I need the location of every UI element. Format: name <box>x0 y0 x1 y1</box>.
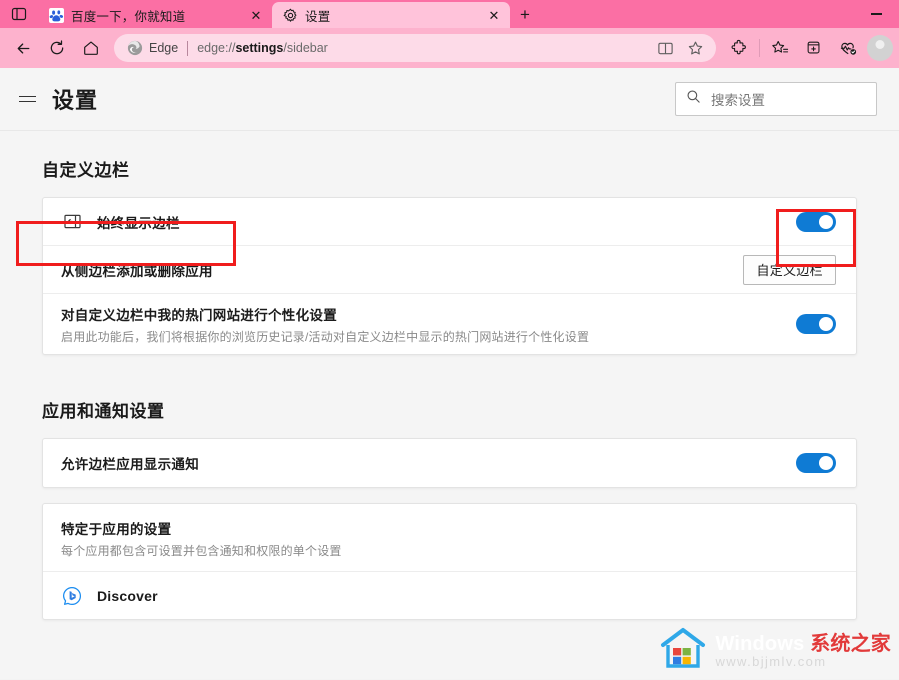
discover-bing-icon <box>61 585 83 607</box>
watermark-brand-cn: 系统之家 <box>810 633 891 655</box>
star-icon[interactable] <box>680 35 710 61</box>
row-personalize-top-sites[interactable]: 对自定义边栏中我的热门网站进行个性化设置 启用此功能后，我们将根据你的浏览历史记… <box>43 294 856 354</box>
address-bar[interactable]: Edge edge://settings/sidebar <box>114 34 716 62</box>
app-specific-title: 特定于应用的设置 <box>61 518 836 538</box>
row-add-remove-apps[interactable]: 从侧边栏添加或删除应用 自定义边栏 <box>43 246 856 294</box>
tab-strip: 百度一下，你就知道 ✕ 设置 ✕ + <box>0 0 899 28</box>
row-always-show-sidebar[interactable]: 始终显示边栏 <box>43 198 856 246</box>
row-text: 从侧边栏添加或删除应用 <box>61 260 743 280</box>
tab-title: 设置 <box>305 6 479 25</box>
hamburger-menu-icon[interactable] <box>10 82 44 116</box>
home-icon[interactable] <box>74 33 108 63</box>
row-label: 对自定义边栏中我的热门网站进行个性化设置 <box>61 304 796 324</box>
toggle-knob <box>819 456 833 470</box>
watermark-text: Windows 系统之家 www.bjjmlv.com <box>715 634 891 669</box>
settings-header: 设置 搜索设置 <box>0 68 899 131</box>
toggle-allow-sidebar-notifications[interactable] <box>796 453 836 473</box>
row-text: 对自定义边栏中我的热门网站进行个性化设置 启用此功能后，我们将根据你的浏览历史记… <box>61 304 796 345</box>
watermark: Windows 系统之家 www.bjjmlv.com <box>660 627 891 676</box>
profile-avatar[interactable] <box>867 35 893 61</box>
app-notifications-card: 允许边栏应用显示通知 <box>42 438 857 488</box>
row-label: 从侧边栏添加或删除应用 <box>61 260 743 280</box>
toggle-knob <box>819 215 833 229</box>
list-item-discover[interactable]: Discover <box>43 571 856 619</box>
refresh-icon[interactable] <box>40 33 74 63</box>
url-prefix: edge:// <box>197 41 235 55</box>
url-bold-part: settings <box>235 41 283 55</box>
tabstrip-drag-area <box>540 0 899 28</box>
windows-house-logo <box>660 627 706 676</box>
app-name: Discover <box>97 588 158 604</box>
row-label: 始终显示边栏 <box>97 212 796 232</box>
toggle-always-show-sidebar[interactable] <box>796 212 836 232</box>
baidu-favicon <box>48 7 64 23</box>
app-specific-info: 特定于应用的设置 每个应用都包含可设置并包含通知和权限的单个设置 <box>43 504 856 571</box>
omnibox-divider <box>187 41 188 56</box>
customize-sidebar-card: 始终显示边栏 从侧边栏添加或删除应用 自定义边栏 对自定义边栏中我的热门网站进行… <box>42 197 857 355</box>
omnibox-actions <box>650 35 710 61</box>
browser-toolbar: Edge edge://settings/sidebar <box>0 28 899 68</box>
watermark-url: www.bjjmlv.com <box>715 655 891 669</box>
toolbar-divider <box>759 39 760 57</box>
search-input[interactable]: 搜索设置 <box>711 89 765 109</box>
search-icon <box>686 89 701 109</box>
section-title-app-notifications: 应用和通知设置 <box>42 397 877 422</box>
app-specific-description: 每个应用都包含可设置并包含通知和权限的单个设置 <box>61 542 836 559</box>
extensions-puzzle-icon[interactable] <box>722 33 756 63</box>
row-text: 始终显示边栏 <box>97 212 796 232</box>
section-title-customize-sidebar: 自定义边栏 <box>42 156 877 181</box>
app-specific-settings-card: 特定于应用的设置 每个应用都包含可设置并包含通知和权限的单个设置 Discove… <box>42 503 857 620</box>
watermark-brand-en: Windows <box>715 633 810 655</box>
settings-content: 自定义边栏 始终显示边栏 从侧边栏添加或删除应用 自定义边栏 对 <box>0 131 899 679</box>
page-title: 设置 <box>52 83 98 115</box>
tab-title: 百度一下，你就知道 <box>71 6 241 25</box>
row-description: 启用此功能后，我们将根据你的浏览历史记录/活动对自定义边栏中显示的热门网站进行个… <box>61 328 796 345</box>
add-tab-icon[interactable] <box>797 33 831 63</box>
window-controls <box>853 0 899 28</box>
tab-actions-icon[interactable] <box>0 0 38 28</box>
url-suffix: /sidebar <box>283 41 327 55</box>
gear-icon <box>282 7 298 23</box>
new-tab-button[interactable]: + <box>510 2 540 28</box>
tab-settings[interactable]: 设置 ✕ <box>272 2 510 28</box>
row-label: 允许边栏应用显示通知 <box>61 453 796 473</box>
watermark-brand: Windows 系统之家 <box>715 634 891 655</box>
customize-sidebar-button[interactable]: 自定义边栏 <box>743 255 836 285</box>
url-text: edge://settings/sidebar <box>197 41 650 55</box>
toggle-personalize-top-sites[interactable] <box>796 314 836 334</box>
toggle-knob <box>819 317 833 331</box>
collections-star-icon[interactable] <box>763 33 797 63</box>
tab-close-icon[interactable]: ✕ <box>486 7 502 23</box>
edge-label: Edge <box>149 41 178 55</box>
sidebar-panel-icon <box>61 211 83 233</box>
edge-logo-icon <box>126 40 143 57</box>
tab-baidu[interactable]: 百度一下，你就知道 ✕ <box>38 2 272 28</box>
row-allow-sidebar-notifications[interactable]: 允许边栏应用显示通知 <box>43 439 856 487</box>
minimize-button[interactable] <box>853 0 899 28</box>
search-settings-box[interactable]: 搜索设置 <box>675 82 877 116</box>
back-arrow-icon[interactable] <box>6 33 40 63</box>
split-screen-icon[interactable] <box>650 35 680 61</box>
browser-essentials-icon[interactable] <box>831 33 865 63</box>
row-text: 允许边栏应用显示通知 <box>61 453 796 473</box>
tab-close-icon[interactable]: ✕ <box>248 7 264 23</box>
